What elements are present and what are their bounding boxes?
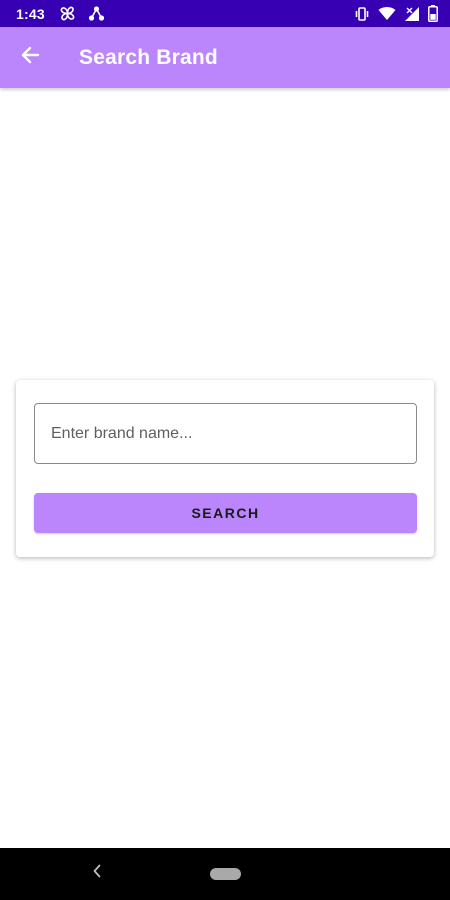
search-card: SEARCH — [16, 380, 434, 557]
screen: 1:43 Search Brand Enter brand name... SE… — [0, 0, 450, 900]
search-button[interactable]: SEARCH — [34, 493, 417, 533]
status-right-icons — [354, 5, 438, 22]
back-button[interactable] — [0, 27, 60, 88]
nav-back-icon — [92, 864, 102, 883]
brand-name-input[interactable] — [34, 403, 417, 464]
network-icon — [88, 5, 105, 22]
pinwheel-icon — [59, 5, 76, 22]
signal-icon — [404, 6, 420, 22]
wifi-icon — [378, 6, 396, 21]
navigation-bar — [0, 848, 450, 900]
home-pill-icon[interactable] — [210, 868, 241, 880]
app-bar: Search Brand — [0, 27, 450, 88]
status-bar: 1:43 — [0, 0, 450, 27]
battery-icon — [428, 5, 438, 22]
nav-back-button[interactable] — [86, 862, 108, 884]
status-left-icons — [59, 5, 105, 22]
arrow-back-icon — [20, 45, 40, 70]
status-time: 1:43 — [16, 5, 45, 22]
page-title: Search Brand — [79, 45, 218, 69]
vibrate-icon — [354, 6, 370, 22]
